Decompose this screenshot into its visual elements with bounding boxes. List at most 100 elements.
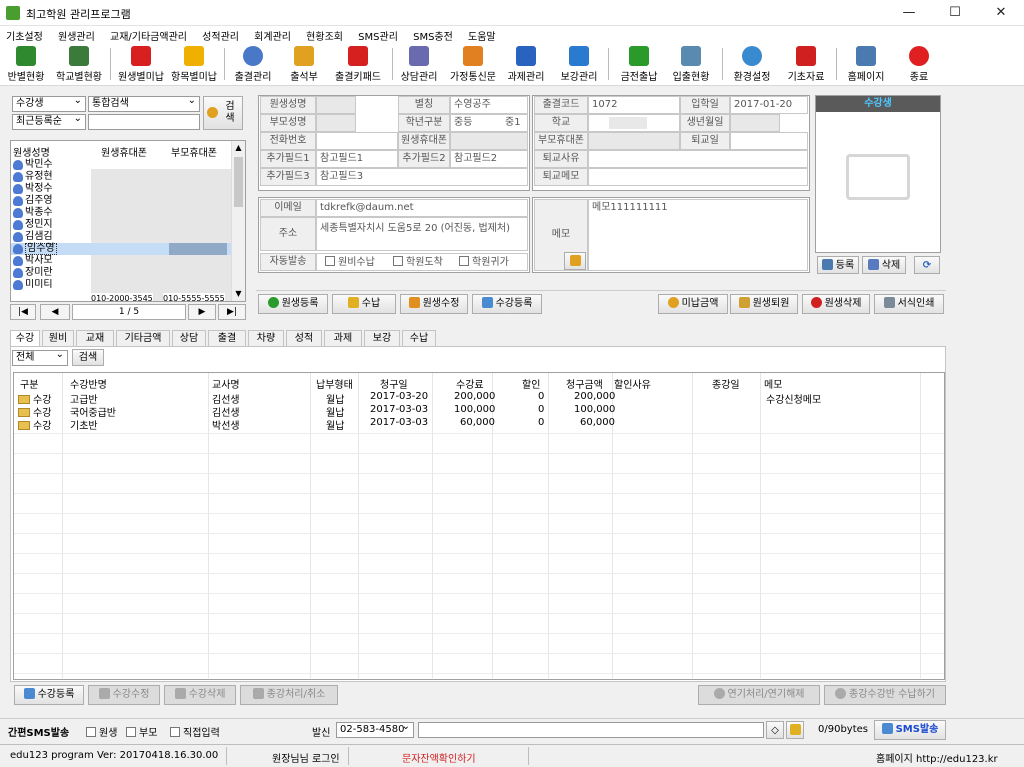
sms-message-input[interactable] bbox=[418, 722, 764, 738]
menu-sms-management[interactable]: SMS관리 bbox=[352, 26, 404, 45]
auto-send-arrival-checkbox[interactable]: 학원도착 bbox=[393, 255, 443, 270]
extra3-field[interactable]: 참고필드3 bbox=[316, 168, 528, 186]
list-item[interactable]: 박정수 bbox=[11, 183, 231, 195]
toolbar-school-status-button[interactable]: 학교별현황 bbox=[52, 46, 106, 84]
tab-material[interactable]: 교재 bbox=[76, 330, 114, 346]
sort-order-select[interactable]: 최근등록순 bbox=[12, 113, 86, 130]
parent-name-field[interactable] bbox=[316, 114, 356, 132]
menu-student-management[interactable]: 원생관리 bbox=[52, 26, 101, 45]
list-item[interactable]: 김샘김 bbox=[11, 231, 231, 243]
menu-status-view[interactable]: 현황조회 bbox=[300, 26, 349, 45]
leave-date-field[interactable] bbox=[730, 132, 808, 150]
course-end-cancel-button[interactable]: 종강처리/취소 bbox=[240, 685, 338, 705]
postpone-button[interactable]: 연기처리/연기해제 bbox=[698, 685, 820, 705]
tab-payment[interactable]: 수납 bbox=[402, 330, 436, 346]
toolbar-keypad-button[interactable]: 출결키패드 bbox=[332, 46, 384, 84]
list-item[interactable]: 유정현 bbox=[11, 171, 231, 183]
sms-send-button[interactable]: SMS발송 bbox=[874, 720, 946, 740]
grade-field[interactable]: 중등 중1 bbox=[450, 114, 528, 132]
close-button[interactable]: ✕ bbox=[978, 0, 1024, 26]
memo-field[interactable]: 메모111111111 bbox=[588, 199, 808, 271]
enroll-date-field[interactable]: 2017-01-20 bbox=[730, 96, 808, 114]
status-homepage[interactable]: 홈페이지 http://edu123.kr bbox=[876, 750, 998, 765]
course-register-button[interactable]: 수강등록 bbox=[14, 685, 84, 705]
leave-reason-field[interactable] bbox=[588, 150, 808, 168]
search-input[interactable] bbox=[88, 114, 200, 130]
pager-prev-button[interactable]: ◀ bbox=[40, 304, 70, 320]
phone-field[interactable] bbox=[316, 132, 398, 150]
sms-target-parent-checkbox[interactable]: 부모 bbox=[126, 724, 157, 739]
tab-tuition[interactable]: 원비 bbox=[42, 330, 74, 346]
student-mobile-field[interactable] bbox=[450, 132, 528, 150]
filter-search-button[interactable]: 검색 bbox=[72, 349, 104, 366]
leave-memo-field[interactable] bbox=[588, 168, 808, 186]
menu-help[interactable]: 도움말 bbox=[462, 26, 502, 45]
photo-refresh-button[interactable]: ⟳ bbox=[914, 256, 940, 274]
photo-register-button[interactable]: 등록 bbox=[817, 256, 859, 274]
birthday-field[interactable] bbox=[730, 114, 780, 132]
search-type-select[interactable]: 수강생 bbox=[12, 95, 86, 112]
sms-clear-button[interactable]: ◇ bbox=[766, 721, 784, 739]
table-row[interactable]: 수강 고급반 김선생 월납 2017-03-20 200,000 0 200,0… bbox=[14, 391, 944, 406]
scroll-up-icon[interactable]: ▲ bbox=[234, 143, 243, 152]
auto-send-departure-checkbox[interactable]: 학원귀가 bbox=[459, 255, 509, 270]
list-item[interactable]: 박사모 bbox=[11, 255, 231, 267]
minimize-button[interactable]: — bbox=[886, 0, 932, 26]
list-item[interactable]: 김주영 bbox=[11, 195, 231, 207]
print-form-button[interactable]: 서식인쇄 bbox=[874, 294, 944, 314]
toolbar-makeup-class-button[interactable]: 보강관리 bbox=[556, 46, 602, 84]
table-row[interactable]: 수강 기초반 박선생 월납 2017-03-03 60,000 0 60,000 bbox=[14, 417, 944, 432]
course-delete-button[interactable]: 수강삭제 bbox=[164, 685, 236, 705]
toolbar-counseling-button[interactable]: 상담관리 bbox=[396, 46, 442, 84]
withdraw-student-button[interactable]: 원생퇴원 bbox=[730, 294, 798, 314]
scroll-thumb[interactable] bbox=[234, 157, 243, 207]
toolbar-homework-button[interactable]: 과제관리 bbox=[504, 46, 548, 84]
pager-next-button[interactable]: ▶ bbox=[188, 304, 216, 320]
attendance-code-field[interactable]: 1072 bbox=[588, 96, 680, 114]
toolbar-cashbook-button[interactable]: 금전출납 bbox=[616, 46, 662, 84]
pager-last-button[interactable]: ▶| bbox=[218, 304, 246, 320]
memo-edit-button[interactable] bbox=[564, 252, 586, 270]
menu-basic-settings[interactable]: 기초설정 bbox=[0, 26, 49, 45]
parent-mobile-field[interactable] bbox=[588, 132, 680, 150]
toolbar-homepage-button[interactable]: 홈페이지 bbox=[842, 46, 890, 84]
tab-other-amount[interactable]: 기타금액 bbox=[116, 330, 170, 346]
maximize-button[interactable]: ☐ bbox=[932, 0, 978, 26]
tab-course[interactable]: 수강 bbox=[10, 330, 40, 347]
ended-course-payment-button[interactable]: 종강수강반 수납하기 bbox=[824, 685, 946, 705]
menu-accounting[interactable]: 회계관리 bbox=[248, 26, 297, 45]
list-item[interactable]: 박종수 bbox=[11, 207, 231, 219]
register-student-button[interactable]: 원생등록 bbox=[258, 294, 328, 314]
toolbar-unpaid-by-item-button[interactable]: 항목별미납 bbox=[168, 46, 220, 84]
address-field[interactable]: 세종특별자치시 도움5로 20 (어진동, 법제처) bbox=[316, 217, 528, 251]
email-field[interactable]: tdkrefk@daum.net bbox=[316, 199, 528, 217]
toolbar-class-status-button[interactable]: 반별현황 bbox=[4, 46, 48, 84]
menu-material-management[interactable]: 교재/기타금액관리 bbox=[104, 26, 193, 45]
toolbar-base-data-button[interactable]: 기초자료 bbox=[782, 46, 830, 84]
list-item-selected[interactable]: 임수영 bbox=[11, 243, 243, 255]
list-item[interactable]: 장미란 bbox=[11, 267, 231, 279]
course-edit-button[interactable]: 수강수정 bbox=[88, 685, 160, 705]
register-course-button[interactable]: 수강등록 bbox=[472, 294, 542, 314]
sms-target-student-checkbox[interactable]: 원생 bbox=[86, 724, 117, 739]
toolbar-unpaid-by-student-button[interactable]: 원생별미납 bbox=[114, 46, 168, 84]
search-mode-select[interactable]: 통합검색 bbox=[88, 95, 200, 112]
extra2-field[interactable]: 참고필드2 bbox=[450, 150, 528, 168]
student-list-scrollbar[interactable]: ▲ ▼ bbox=[231, 141, 245, 301]
tab-attendance[interactable]: 출결 bbox=[208, 330, 246, 346]
auto-send-payment-checkbox[interactable]: 원비수납 bbox=[325, 255, 375, 270]
toolbar-settings-button[interactable]: 환경설정 bbox=[728, 46, 776, 84]
table-row[interactable]: 수강 국어중급반 김선생 월납 2017-03-03 100,000 0 100… bbox=[14, 404, 944, 419]
school-field[interactable] bbox=[588, 114, 680, 132]
student-name-field[interactable] bbox=[316, 96, 356, 114]
list-item[interactable]: 정민지 bbox=[11, 219, 231, 231]
menu-grade-management[interactable]: 성적관리 bbox=[196, 26, 245, 45]
extra1-field[interactable]: 참고필드1 bbox=[316, 150, 398, 168]
delete-student-button[interactable]: 원생삭제 bbox=[802, 294, 870, 314]
tab-vehicle[interactable]: 차량 bbox=[248, 330, 284, 346]
toolbar-roll-book-button[interactable]: 출석부 bbox=[284, 46, 324, 84]
tab-counseling[interactable]: 상담 bbox=[172, 330, 206, 346]
scroll-down-icon[interactable]: ▼ bbox=[234, 289, 243, 298]
nickname-field[interactable]: 수영공주 bbox=[450, 96, 528, 114]
toolbar-income-expense-button[interactable]: 입출현황 bbox=[668, 46, 714, 84]
